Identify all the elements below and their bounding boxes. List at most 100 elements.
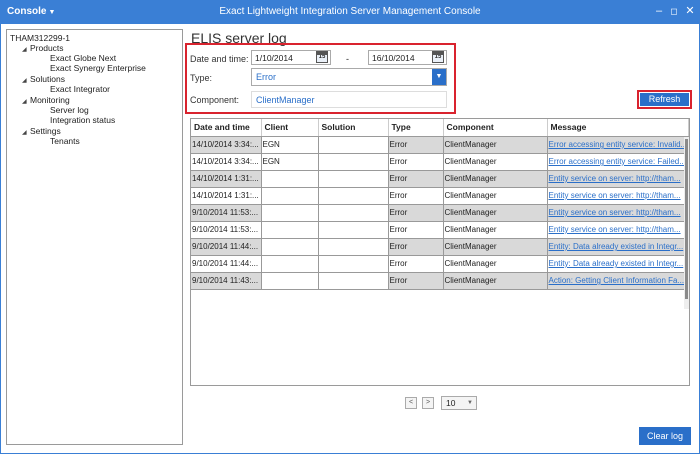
chevron-down-icon[interactable]: ▼	[432, 69, 446, 85]
minimize-button[interactable]: –	[653, 4, 665, 18]
chevron-down-icon: ▼	[467, 400, 473, 406]
table-row[interactable]: 14/10/2014 3:34:... EGN Error ClientManager…	[191, 153, 689, 171]
date-from-value: 1/10/2014	[255, 53, 293, 63]
column-header[interactable]: Message	[547, 119, 689, 137]
tree-node-integration-status[interactable]: Integration status	[50, 115, 115, 125]
expanded-triangle-icon[interactable]: ◢	[22, 76, 30, 86]
expanded-triangle-icon[interactable]: ◢	[22, 128, 30, 138]
message-link[interactable]: Entity service on server: http://tham...	[547, 221, 689, 239]
table-cell: Error	[388, 153, 444, 171]
close-button[interactable]: ✕	[684, 4, 696, 18]
navigation-tree: THAM312299-1 ◢ Products Exact Globe Next …	[6, 29, 183, 445]
table-cell	[261, 204, 319, 222]
table-row[interactable]: 9/10/2014 11:53:... Error ClientManager Ent…	[191, 204, 689, 222]
table-cell: ClientManager	[443, 136, 548, 154]
table-cell	[318, 255, 389, 273]
expanded-triangle-icon[interactable]: ◢	[22, 45, 30, 55]
tree-node-exact-integrator[interactable]: Exact Integrator	[50, 84, 110, 94]
tree-node-tenants[interactable]: Tenants	[50, 136, 80, 146]
message-link[interactable]: Entity: Data already existed in Integr..…	[547, 255, 689, 273]
message-link[interactable]: Entity service on server: http://tham...	[547, 187, 689, 205]
table-cell: 9/10/2014 11:44:...	[191, 255, 262, 273]
page-size-select[interactable]: 10 ▼	[441, 396, 477, 410]
tree-node-exact-globe-next[interactable]: Exact Globe Next	[50, 53, 116, 63]
table-cell: Error	[388, 221, 444, 239]
prev-page-button[interactable]: <	[405, 397, 417, 409]
message-link[interactable]: Action: Getting Client Information Fa...	[547, 272, 689, 290]
table-cell	[261, 255, 319, 273]
table-cell	[318, 272, 389, 290]
type-label: Type:	[190, 73, 213, 83]
table-cell: Error	[388, 170, 444, 188]
date-to-value: 16/10/2014	[372, 53, 415, 63]
next-page-button[interactable]: >	[422, 397, 434, 409]
message-link[interactable]: Entity service on server: http://tham...	[547, 204, 689, 222]
column-header[interactable]: Date and time	[191, 119, 262, 137]
calendar-icon[interactable]: 15	[432, 51, 444, 63]
column-header[interactable]: Component	[443, 119, 548, 137]
refresh-button[interactable]: Refresh	[640, 93, 689, 106]
calendar-icon[interactable]: 15	[316, 51, 328, 63]
message-link[interactable]: Entity service on server: http://tham...	[547, 170, 689, 188]
table-cell: ClientManager	[443, 187, 548, 205]
table-cell	[318, 221, 389, 239]
scrollbar-thumb[interactable]	[685, 139, 688, 299]
restore-button[interactable]: ◻	[668, 4, 680, 18]
table-cell	[261, 238, 319, 256]
table-cell: ClientManager	[443, 255, 548, 273]
component-label: Component:	[190, 95, 240, 105]
table-row[interactable]: 9/10/2014 11:44:... Error ClientManager Ent…	[191, 238, 689, 256]
type-value: Error	[256, 72, 276, 82]
table-header-row: Date and time Client Solution Type Compo…	[191, 119, 689, 137]
table-cell	[318, 136, 389, 154]
table-cell: Error	[388, 238, 444, 256]
page-size-value: 10	[446, 398, 456, 408]
date-label: Date and time:	[190, 54, 249, 64]
table-cell: 14/10/2014 3:34:...	[191, 136, 262, 154]
table-row[interactable]: 14/10/2014 1:31:... Error ClientManager Ent…	[191, 187, 689, 205]
table-row[interactable]: 9/10/2014 11:44:... Error ClientManager Ent…	[191, 255, 689, 273]
table-cell: ClientManager	[443, 170, 548, 188]
table-cell: EGN	[261, 136, 319, 154]
date-to-input[interactable]: 16/10/2014 15	[368, 50, 447, 65]
table-cell: 9/10/2014 11:44:...	[191, 238, 262, 256]
message-link[interactable]: Error accessing entity service: Failed..…	[547, 153, 689, 171]
table-row[interactable]: 9/10/2014 11:43:... Error ClientManager Act…	[191, 272, 689, 290]
table-cell	[318, 153, 389, 171]
table-cell	[318, 238, 389, 256]
tree-node-root[interactable]: THAM312299-1	[10, 33, 70, 43]
table-row[interactable]: 9/10/2014 11:53:... Error ClientManager Ent…	[191, 221, 689, 239]
component-value: ClientManager	[256, 95, 315, 105]
table-cell: ClientManager	[443, 204, 548, 222]
title-bar: Console ▼ Exact Lightweight Integration S…	[0, 0, 700, 24]
type-select[interactable]: Error ▼	[251, 68, 447, 86]
column-header[interactable]: Client	[261, 119, 319, 137]
table-cell	[318, 204, 389, 222]
tree-node-server-log[interactable]: Server log	[50, 105, 89, 115]
table-cell	[261, 272, 319, 290]
table-cell	[261, 221, 319, 239]
table-cell: ClientManager	[443, 238, 548, 256]
table-cell: 9/10/2014 11:43:...	[191, 272, 262, 290]
message-link[interactable]: Entity: Data already existed in Integr..…	[547, 238, 689, 256]
date-from-input[interactable]: 1/10/2014 15	[251, 50, 331, 65]
table-cell: 14/10/2014 1:31:...	[191, 170, 262, 188]
component-input[interactable]: ClientManager	[251, 91, 447, 108]
table-cell: Error	[388, 272, 444, 290]
expanded-triangle-icon[interactable]: ◢	[22, 97, 30, 107]
table-cell: Error	[388, 187, 444, 205]
table-cell: 14/10/2014 3:34:...	[191, 153, 262, 171]
table-row[interactable]: 14/10/2014 3:34:... EGN Error ClientManager…	[191, 136, 689, 154]
column-header[interactable]: Solution	[318, 119, 389, 137]
vertical-scrollbar[interactable]	[684, 137, 689, 309]
refresh-highlight: Refresh	[637, 90, 692, 109]
table-cell	[261, 170, 319, 188]
table-cell	[318, 187, 389, 205]
column-header[interactable]: Type	[388, 119, 444, 137]
table-cell: 14/10/2014 1:31:...	[191, 187, 262, 205]
message-link[interactable]: Error accessing entity service: Invalid.…	[547, 136, 689, 154]
table-row[interactable]: 14/10/2014 1:31:... Error ClientManager Ent…	[191, 170, 689, 188]
date-range-dash: -	[346, 54, 349, 64]
tree-node-exact-synergy[interactable]: Exact Synergy Enterprise	[50, 63, 146, 73]
clear-log-button[interactable]: Clear log	[639, 427, 691, 445]
